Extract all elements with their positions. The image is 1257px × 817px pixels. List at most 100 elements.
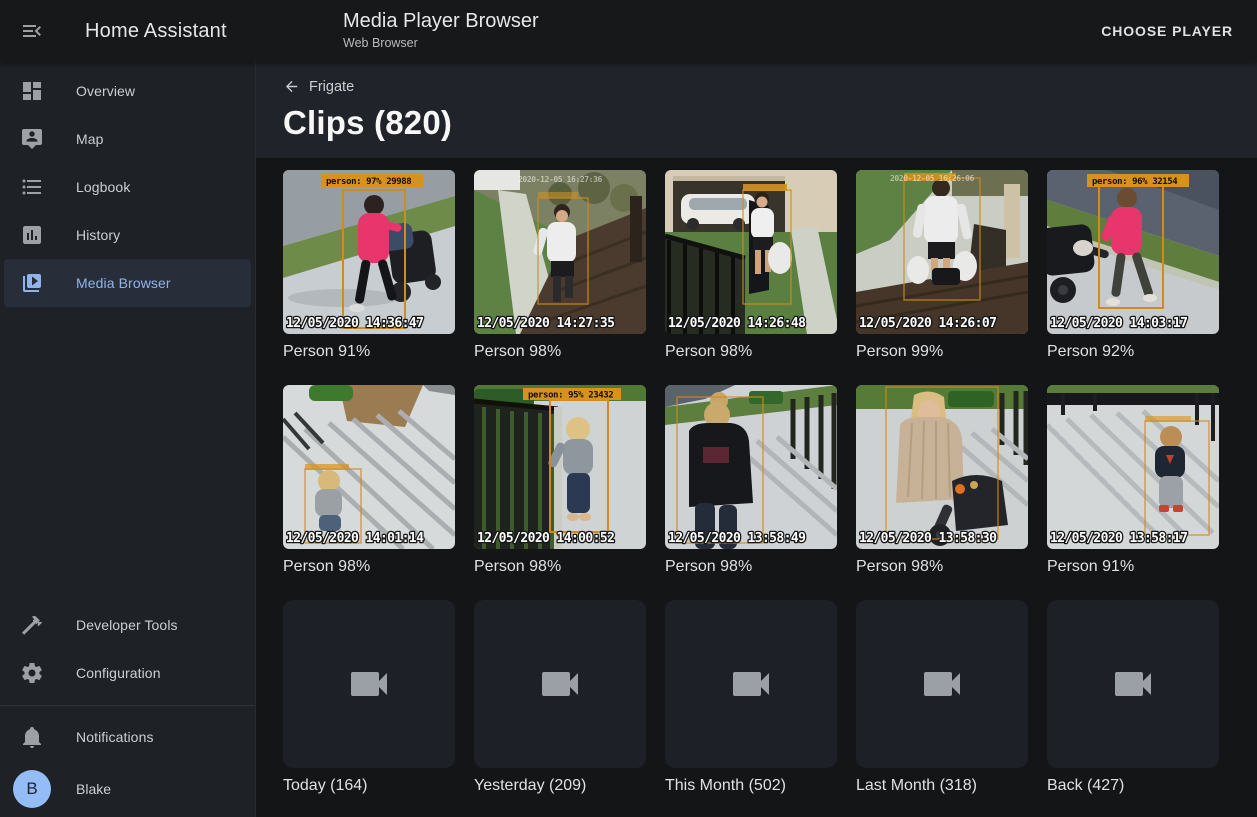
- sidebar-item-label: Logbook: [76, 179, 130, 195]
- account-tooltip-icon: [20, 127, 44, 151]
- camera-timestamp: 12/05/2020 14:26:07: [859, 316, 996, 331]
- video-icon: [918, 660, 966, 708]
- camera-timestamp: 12/05/2020 14:26:48: [668, 316, 806, 331]
- folder-card-today[interactable]: Today (164): [283, 600, 455, 795]
- video-icon: [727, 660, 775, 708]
- avatar: B: [13, 770, 51, 808]
- view-dashboard-icon: [20, 79, 44, 103]
- clip-card[interactable]: 12/05/2020 14:01:14 Person 98%: [283, 385, 455, 576]
- sidebar-item-history[interactable]: History: [0, 211, 255, 259]
- clip-card[interactable]: 12/05/2020 13:58:49 Person 98%: [665, 385, 837, 576]
- sidebar-item-overview[interactable]: Overview: [0, 67, 255, 115]
- sidebar-item-user[interactable]: B Blake: [0, 761, 255, 817]
- arrow-left-icon: [283, 78, 300, 95]
- folder-card-yesterday[interactable]: Yesterday (209): [474, 600, 646, 795]
- breadcrumb-back-frigate[interactable]: Frigate: [283, 78, 354, 95]
- clip-card[interactable]: 12/05/2020 13:58:17 Person 91%: [1047, 385, 1219, 576]
- clip-thumbnail: person: 96% 32154 12/05/2020 14:03:17: [1047, 170, 1219, 334]
- camera-timestamp: 12/05/2020 14:00:52: [477, 531, 614, 546]
- clip-thumbnail: 12/05/2020 14:01:14: [283, 385, 455, 549]
- sidebar-item-label: Configuration: [76, 665, 161, 681]
- clip-card[interactable]: 2020-12-05 16:26:06 12/05/2020 14:26:07 …: [856, 170, 1028, 361]
- video-icon: [345, 660, 393, 708]
- clip-card[interactable]: 12/05/2020 13:58:30 Person 98%: [856, 385, 1028, 576]
- clip-thumbnail: 2020-12-05 16:27:36 12/05/2020 14:27:35: [474, 170, 646, 334]
- sidebar-item-label: Overview: [76, 83, 135, 99]
- folder-thumbnail: [665, 600, 837, 768]
- clips-grid: person: 97% 29988 12/05/2020 14:36:47 Pe…: [256, 158, 1257, 817]
- camera-timestamp: 12/05/2020 13:58:30: [859, 531, 997, 546]
- page-subtitle: Web Browser: [343, 36, 539, 50]
- top-app-bar: Home Assistant Media Player Browser Web …: [0, 0, 1257, 62]
- clip-thumbnail: 2020-12-05 16:26:06 12/05/2020 14:26:07: [856, 170, 1028, 334]
- page-title: Media Player Browser: [343, 9, 539, 33]
- hammer-icon: [20, 613, 44, 637]
- menu-open-icon: [20, 19, 44, 43]
- clip-card[interactable]: person: 95% 23432 12/05/2020 14:00:52 Pe…: [474, 385, 646, 576]
- sidebar: Overview Map Logbook History Media Brows…: [0, 62, 256, 817]
- choose-player-button[interactable]: CHOOSE PLAYER: [1093, 0, 1241, 62]
- clip-label: Person 91%: [1047, 558, 1219, 576]
- clip-label: Person 91%: [283, 343, 455, 361]
- camera-timestamp: 12/05/2020 13:58:17: [1050, 531, 1187, 546]
- osd-timestamp: 2020-12-05 16:26:06: [890, 174, 974, 183]
- bell-icon: [20, 725, 44, 749]
- play-box-multiple-icon: [20, 271, 44, 295]
- sidebar-spacer: [0, 307, 255, 601]
- sidebar-item-label: Media Browser: [76, 275, 171, 291]
- folder-thumbnail: [856, 600, 1028, 768]
- camera-timestamp: 12/05/2020 14:36:47: [286, 316, 423, 331]
- clip-thumbnail: person: 97% 29988 12/05/2020 14:36:47: [283, 170, 455, 334]
- detection-label: person: 95% 23432: [528, 391, 613, 401]
- clip-card[interactable]: 2020-12-05 16:27:36 12/05/2020 14:27:35 …: [474, 170, 646, 361]
- sidebar-item-notifications[interactable]: Notifications: [0, 713, 255, 761]
- sidebar-item-logbook[interactable]: Logbook: [0, 163, 255, 211]
- sidebar-item-configuration[interactable]: Configuration: [0, 649, 255, 697]
- sidebar-item-map[interactable]: Map: [0, 115, 255, 163]
- clip-label: Person 98%: [283, 558, 455, 576]
- folder-card-back[interactable]: Back (427): [1047, 600, 1219, 795]
- video-icon: [1109, 660, 1157, 708]
- folder-label: Yesterday (209): [474, 777, 646, 795]
- list-bulleted-icon: [20, 175, 44, 199]
- clip-thumbnail: 12/05/2020 13:58:17: [1047, 385, 1219, 549]
- clip-label: Person 98%: [856, 558, 1028, 576]
- sidebar-item-label: Map: [76, 131, 104, 147]
- folder-card-this-month[interactable]: This Month (502): [665, 600, 837, 795]
- breadcrumb-label: Frigate: [309, 79, 354, 95]
- sidebar-toggle-button[interactable]: [20, 19, 44, 43]
- sidebar-divider: [0, 705, 255, 706]
- clip-label: Person 98%: [665, 558, 837, 576]
- user-name: Blake: [76, 781, 111, 797]
- clip-card[interactable]: 12/05/2020 14:26:48 Person 98%: [665, 170, 837, 361]
- page-title-block: Media Player Browser Web Browser: [343, 9, 539, 50]
- camera-timestamp: 12/05/2020 13:58:49: [668, 531, 805, 546]
- clip-thumbnail: 12/05/2020 13:58:30: [856, 385, 1028, 549]
- folder-card-last-month[interactable]: Last Month (318): [856, 600, 1028, 795]
- folder-label: Today (164): [283, 777, 455, 795]
- clip-card[interactable]: person: 97% 29988 12/05/2020 14:36:47 Pe…: [283, 170, 455, 361]
- sidebar-item-label: History: [76, 227, 120, 243]
- clip-label: Person 99%: [856, 343, 1028, 361]
- content-header: Frigate Clips (820): [256, 62, 1257, 158]
- sidebar-item-label: Developer Tools: [76, 617, 178, 633]
- sidebar-item-media-browser[interactable]: Media Browser: [4, 259, 251, 307]
- clip-label: Person 98%: [474, 558, 646, 576]
- camera-timestamp: 12/05/2020 14:01:14: [286, 531, 424, 546]
- sidebar-item-label: Notifications: [76, 729, 154, 745]
- folder-label: This Month (502): [665, 777, 837, 795]
- page-heading: Clips (820): [283, 104, 1257, 142]
- folder-thumbnail: [474, 600, 646, 768]
- clip-label: Person 98%: [474, 343, 646, 361]
- clip-label: Person 92%: [1047, 343, 1219, 361]
- sidebar-item-developer-tools[interactable]: Developer Tools: [0, 601, 255, 649]
- osd-timestamp: 2020-12-05 16:27:36: [518, 175, 602, 184]
- media-browser-main: Frigate Clips (820): [256, 62, 1257, 817]
- clip-thumbnail: 12/05/2020 13:58:49: [665, 385, 837, 549]
- clip-card[interactable]: person: 96% 32154 12/05/2020 14:03:17 Pe…: [1047, 170, 1219, 361]
- camera-timestamp: 12/05/2020 14:03:17: [1050, 316, 1187, 331]
- clip-thumbnail: person: 95% 23432 12/05/2020 14:00:52: [474, 385, 646, 549]
- detection-label: person: 96% 32154: [1092, 177, 1178, 187]
- detection-label: person: 97% 29988: [326, 177, 411, 187]
- folder-thumbnail: [1047, 600, 1219, 768]
